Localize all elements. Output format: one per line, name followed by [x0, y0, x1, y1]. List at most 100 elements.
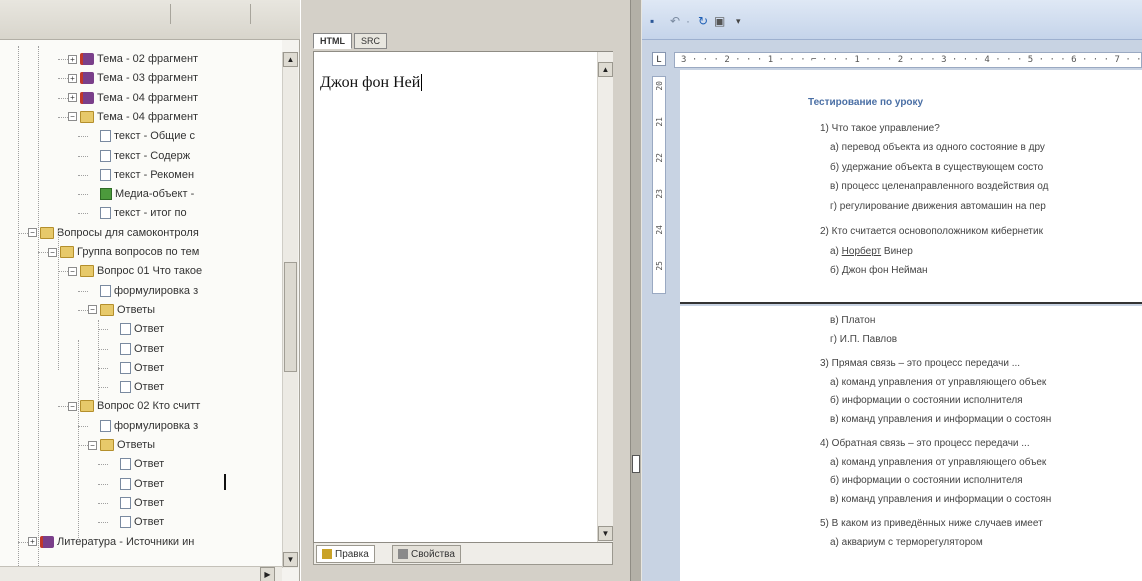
tab-selector[interactable]: L: [652, 52, 666, 66]
tree-connector: [98, 522, 108, 524]
tree-connector: [18, 46, 19, 566]
ruler-tick-label: 21: [655, 117, 664, 127]
tree-item[interactable]: − Вопрос 02 Кто считт: [68, 397, 200, 415]
expand-icon[interactable]: +: [68, 93, 77, 103]
print-preview-icon[interactable]: ▣: [714, 14, 725, 28]
tree-item[interactable]: − Вопрос 01 Что такое: [68, 262, 202, 280]
ruler-tick-label: 20: [655, 81, 664, 91]
tree-item[interactable]: Ответ: [108, 494, 164, 512]
collapse-icon[interactable]: −: [88, 440, 97, 450]
expand-icon[interactable]: +: [68, 54, 77, 64]
tree-item[interactable]: формулировка з: [88, 282, 198, 300]
answer-line: а) аквариум с терморегулятором: [830, 536, 983, 548]
save-icon[interactable]: ▪: [650, 14, 654, 28]
collapse-icon[interactable]: −: [28, 228, 37, 238]
tree-connector: [38, 252, 48, 253]
answer-line: г) И.П. Павлов: [830, 333, 898, 345]
document-icon: [100, 149, 111, 162]
tree-toolbar: [0, 0, 300, 40]
answer-line: в) Платон: [830, 315, 876, 326]
course-tree: + Тема - 02 фрагмент + Тема - 03 фрагмент + Т…: [0, 40, 282, 568]
tree-item[interactable]: Ответ: [108, 455, 164, 473]
tab-properties[interactable]: Свойства: [392, 545, 461, 563]
tree-item[interactable]: текст - Общие с: [88, 127, 195, 145]
answer-line: б) информации о состоянии исполнителя: [830, 475, 1023, 486]
answer-line: в) процесс целенаправленного воздействия…: [830, 181, 1049, 192]
tree-scroll-thumb[interactable]: [284, 262, 297, 372]
tree-item-label: Ответ: [134, 496, 165, 509]
course-tree-panel: + Тема - 02 фрагмент + Тема - 03 фрагмент + Т…: [0, 0, 300, 581]
tree-item[interactable]: + Тема - 03 фрагмент: [68, 69, 198, 87]
tree-item[interactable]: − Ответы: [88, 301, 155, 319]
tree-item[interactable]: − Группа вопросов по тем: [48, 243, 199, 261]
tree-connector: [58, 271, 68, 273]
tree-connector: [78, 136, 88, 138]
answer-line: а) команд управления от управляющего объ…: [830, 376, 1047, 388]
undo-icon[interactable]: ↶: [670, 14, 680, 28]
tree-item[interactable]: текст - Рекомен: [88, 166, 194, 184]
scroll-right-arrow-icon[interactable]: ▶: [260, 567, 275, 581]
panel-divider[interactable]: [630, 0, 642, 581]
tree-item-label: Ответы: [117, 303, 156, 316]
document-heading: Тестирование по уроку: [808, 97, 924, 108]
question-line: 2) Кто считается основоположником киберн…: [820, 226, 1043, 237]
tree-item[interactable]: Ответ: [108, 475, 164, 493]
redo-icon[interactable]: ↻: [698, 14, 708, 28]
tree-item[interactable]: Медиа-объект -: [88, 185, 194, 203]
editor-vertical-scrollbar[interactable]: ▲ ▼: [597, 52, 613, 542]
expand-icon[interactable]: +: [28, 537, 37, 547]
tree-horizontal-scrollbar[interactable]: ▶: [0, 566, 282, 581]
tree-vertical-scrollbar[interactable]: ▲ ▼: [282, 52, 298, 568]
collapse-icon[interactable]: −: [68, 266, 77, 276]
tree-item-label: Ответ: [134, 361, 165, 374]
tree-connector: [98, 464, 108, 466]
tab-edit[interactable]: Правка: [316, 545, 375, 563]
vertical-ruler[interactable]: 20 21 22 23 24 25: [652, 76, 666, 294]
tree-item-label: формулировка з: [114, 419, 199, 432]
answer-line: г) регулирование движения автомашин на п…: [830, 200, 1046, 212]
scroll-down-arrow-icon[interactable]: ▼: [283, 552, 298, 567]
tree-item-label: Вопрос 01 Что такое: [97, 265, 203, 278]
customize-toolbar-icon[interactable]: ▾: [736, 14, 741, 28]
tree-item[interactable]: текст - Содерж: [88, 147, 190, 165]
document-page-2[interactable]: в) Платон г) И.П. Павлов 3) Прямая связь –…: [680, 306, 1142, 581]
collapse-icon[interactable]: −: [68, 401, 77, 411]
ruler-tick-label: 22: [655, 153, 664, 163]
tree-item[interactable]: − Ответы: [88, 436, 155, 454]
tree-item[interactable]: формулировка з: [88, 417, 198, 435]
collapse-icon[interactable]: −: [48, 247, 57, 257]
tree-item[interactable]: + Литература - Источники ин: [28, 533, 194, 551]
document-page-1[interactable]: Тестирование по уроку 1) Что такое управл…: [680, 70, 1142, 304]
tree-item[interactable]: + Тема - 02 фрагмент: [68, 50, 198, 68]
tree-item[interactable]: − Вопросы для самоконтроля: [28, 224, 199, 242]
dropdown-arrow-icon[interactable]: ·: [686, 14, 690, 28]
tree-connector: [98, 483, 108, 485]
tree-item[interactable]: текст - итог по: [88, 204, 187, 222]
tree-connector: [98, 320, 99, 400]
tree-item[interactable]: + Тема - 04 фрагмент: [68, 89, 198, 107]
tree-connector: [18, 541, 28, 543]
scroll-up-arrow-icon[interactable]: ▲: [598, 62, 613, 77]
tab-html[interactable]: HTML: [313, 33, 352, 49]
tree-item[interactable]: Ответ: [108, 340, 164, 358]
tree-item[interactable]: Ответ: [108, 378, 164, 396]
scroll-down-arrow-icon[interactable]: ▼: [598, 526, 613, 541]
horizontal-ruler[interactable]: 3 · · · 2 · · · 1 · · · ⌐ · · · 1 · · · …: [674, 52, 1142, 68]
tree-item[interactable]: Ответ: [108, 513, 164, 531]
tree-item[interactable]: − Тема - 04 фрагмент: [68, 108, 198, 126]
editor-content[interactable]: Джон фон Ней: [320, 74, 423, 92]
tree-item[interactable]: Ответ: [108, 359, 164, 377]
scroll-up-arrow-icon[interactable]: ▲: [283, 52, 298, 67]
html-editor-panel: HTML SRC Джон фон Ней ▲ ▼ Правка Свойства: [300, 0, 630, 581]
tree-item-label: Тема - 03 фрагмент: [97, 72, 199, 85]
question-line: 3) Прямая связь – это процесс передачи .…: [820, 358, 1021, 369]
tree-item[interactable]: Ответ: [108, 320, 164, 338]
html-editor-area[interactable]: Джон фон Ней: [313, 51, 613, 543]
collapse-icon[interactable]: −: [68, 112, 77, 122]
tab-src[interactable]: SRC: [354, 33, 388, 49]
document-icon: [100, 284, 111, 297]
question-line: 1) Что такое управление?: [820, 122, 940, 134]
collapse-icon[interactable]: −: [88, 305, 97, 315]
expand-icon[interactable]: +: [68, 73, 77, 83]
book-icon: [80, 53, 94, 66]
